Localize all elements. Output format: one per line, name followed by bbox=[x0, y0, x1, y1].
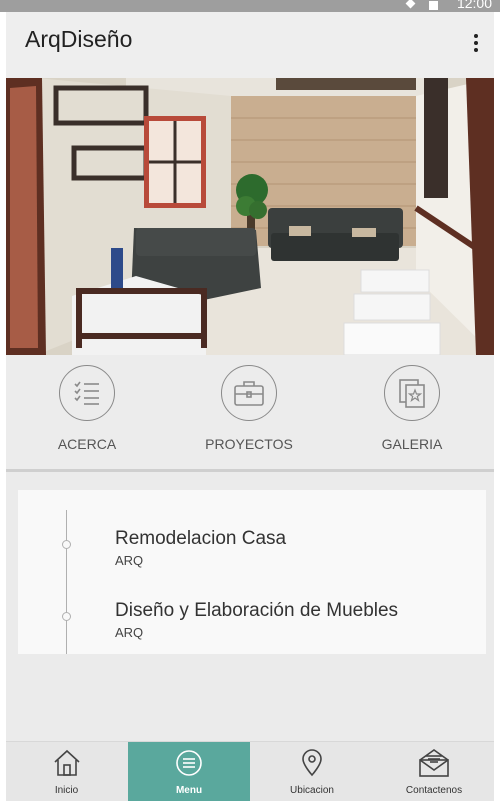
checklist-icon bbox=[59, 365, 115, 421]
briefcase-icon bbox=[221, 365, 277, 421]
status-time: 12:00 bbox=[456, 0, 492, 11]
project-title[interactable]: Remodelacion Casa bbox=[115, 528, 286, 550]
projects-card: Remodelacion Casa ARQ Diseño y Elaboraci… bbox=[18, 490, 486, 654]
quick-link-proyectos[interactable]: PROYECTOS bbox=[189, 365, 309, 452]
nav-label: Contactenos bbox=[405, 785, 463, 796]
nav-label: Menu bbox=[175, 785, 203, 796]
app-title: ArqDiseño bbox=[25, 26, 133, 52]
status-bar: 12:00 bbox=[0, 0, 500, 12]
quick-link-label: PROYECTOS bbox=[205, 436, 293, 452]
timeline-dot bbox=[62, 612, 71, 621]
quick-link-label: GALERIA bbox=[381, 436, 443, 452]
app-screen: ArqDiseño ACERCA PROYECTOS GALERIA Remod… bbox=[6, 12, 494, 801]
app-bar: ArqDiseño bbox=[6, 12, 494, 78]
home-icon bbox=[53, 749, 80, 776]
gallery-icon bbox=[384, 365, 440, 421]
timeline-dot bbox=[62, 540, 71, 549]
quick-link-acerca[interactable]: ACERCA bbox=[27, 365, 147, 452]
quick-link-label: ACERCA bbox=[57, 436, 117, 452]
timeline-line bbox=[66, 510, 67, 654]
quick-link-galeria[interactable]: GALERIA bbox=[352, 365, 472, 452]
nav-contactenos[interactable]: Contactenos bbox=[374, 742, 494, 801]
section-divider bbox=[6, 469, 494, 472]
nav-ubicacion[interactable]: Ubicacion bbox=[251, 742, 373, 801]
bottom-navigation: Inicio Menu Ubicacion Contactenos bbox=[6, 741, 494, 801]
location-pin-icon bbox=[302, 749, 322, 777]
nav-label: Inicio bbox=[54, 785, 79, 796]
nav-inicio[interactable]: Inicio bbox=[6, 742, 127, 801]
nav-menu[interactable]: Menu bbox=[128, 742, 250, 801]
hero-image bbox=[6, 78, 494, 355]
mail-icon bbox=[419, 749, 449, 777]
menu-icon bbox=[176, 750, 202, 776]
project-title[interactable]: Diseño y Elaboración de Muebles bbox=[115, 600, 398, 622]
quick-links: ACERCA PROYECTOS GALERIA bbox=[6, 355, 494, 469]
wifi-icon bbox=[405, 0, 416, 9]
nav-label: Ubicacion bbox=[290, 785, 334, 796]
project-subtitle: ARQ bbox=[115, 553, 144, 568]
battery-icon bbox=[429, 1, 438, 10]
project-subtitle: ARQ bbox=[115, 625, 144, 640]
overflow-menu-icon[interactable] bbox=[472, 34, 480, 56]
